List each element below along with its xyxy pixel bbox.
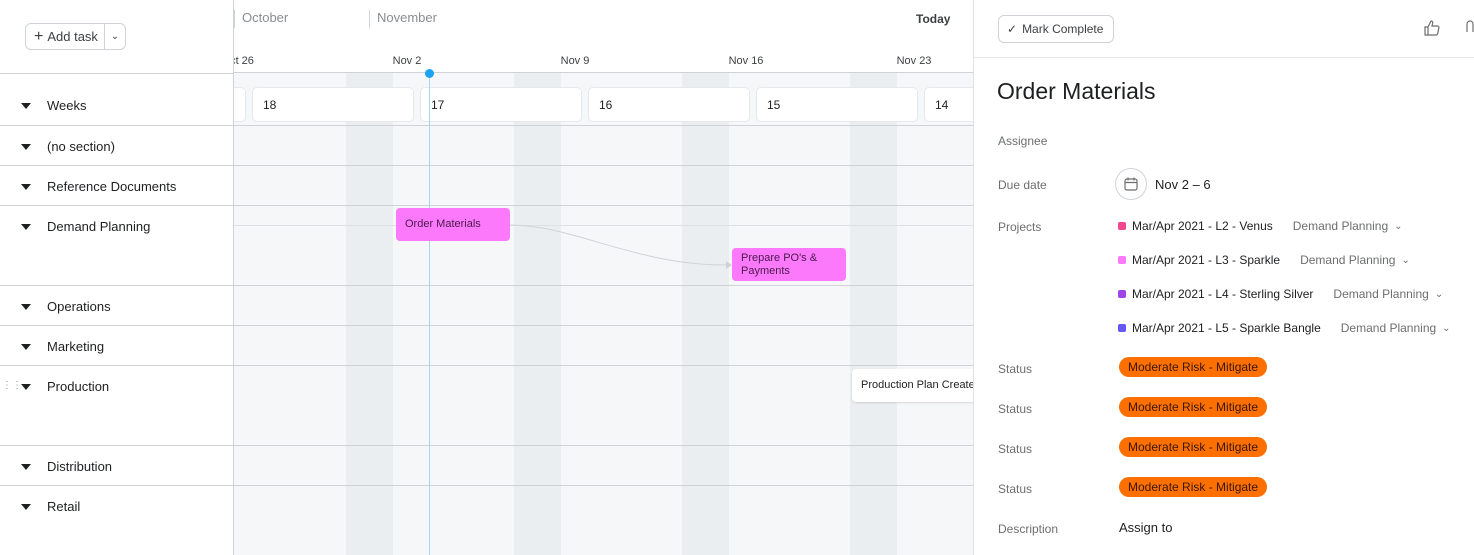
section-production[interactable]: ⋮⋮ Production — [0, 365, 234, 446]
today-line — [429, 73, 430, 555]
add-task-label: Add task — [47, 29, 98, 44]
project-name[interactable]: Mar/Apr 2021 - L5 - Sparkle Bangle — [1132, 321, 1321, 335]
status-label: Status — [998, 362, 1033, 376]
project-row[interactable]: Mar/Apr 2021 - L3 - Sparkle Demand Planni… — [1118, 253, 1410, 267]
project-color-icon — [1118, 256, 1126, 264]
chevron-down-icon: ⌄ — [110, 31, 120, 42]
section-list: + Add task ⌄ Weeks (no section) Reference… — [0, 0, 234, 555]
assignee-label: Assignee — [998, 134, 1048, 148]
add-task-button[interactable]: + Add task — [26, 24, 105, 49]
check-icon: ✓ — [1007, 22, 1018, 36]
collapse-icon[interactable] — [21, 304, 31, 310]
status-badge[interactable]: Moderate Risk - Mitigate — [1119, 357, 1268, 377]
section-reference-documents[interactable]: Reference Documents — [0, 165, 234, 206]
collapse-icon[interactable] — [21, 344, 31, 350]
section-distribution[interactable]: Distribution — [0, 445, 234, 486]
section-demand-planning[interactable]: Demand Planning — [0, 205, 234, 286]
project-section-dropdown[interactable]: Demand Planning — [1341, 321, 1436, 335]
collapse-icon[interactable] — [21, 184, 31, 190]
section-label: (no section) — [47, 139, 115, 154]
section-label: Distribution — [47, 459, 113, 474]
collapse-icon[interactable] — [21, 144, 31, 150]
timeline-canvas[interactable]: October November Today ct 26 Nov 2 Nov 9… — [234, 0, 973, 555]
mark-complete-label: Mark Complete — [1022, 22, 1104, 36]
project-row[interactable]: Mar/Apr 2021 - L2 - Venus Demand Planning… — [1118, 219, 1403, 233]
task-detail-panel: ✓ Mark Complete Order Materials Assignee … — [973, 0, 1474, 555]
projects-label: Projects — [998, 220, 1042, 234]
project-name[interactable]: Mar/Apr 2021 - L2 - Venus — [1132, 219, 1273, 233]
project-color-icon — [1118, 290, 1126, 298]
dependency-connector — [509, 224, 732, 269]
project-section-dropdown[interactable]: Demand Planning — [1293, 219, 1388, 233]
collapse-icon[interactable] — [21, 224, 31, 230]
add-task-button-group: + Add task ⌄ — [25, 23, 126, 50]
due-date-label: Due date — [998, 178, 1047, 192]
section-no-section[interactable]: (no section) — [0, 125, 234, 166]
section-label: Weeks — [47, 98, 87, 113]
project-row[interactable]: Mar/Apr 2021 - L4 - Sterling Silver Deman… — [1118, 287, 1443, 301]
task-bar-prepare-pos[interactable]: Prepare PO's & Payments — [732, 248, 846, 281]
status-label: Status — [998, 402, 1033, 416]
thumbs-up-icon[interactable] — [1424, 20, 1440, 36]
section-weeks[interactable]: Weeks — [0, 73, 234, 126]
section-label: Marketing — [47, 339, 105, 354]
status-badge[interactable]: Moderate Risk - Mitigate — [1119, 477, 1268, 497]
status-label: Status — [998, 442, 1033, 456]
plus-icon: + — [34, 27, 44, 45]
attachment-icon[interactable] — [1464, 20, 1474, 36]
project-section-dropdown[interactable]: Demand Planning — [1333, 287, 1428, 301]
status-badge[interactable]: Moderate Risk - Mitigate — [1119, 437, 1268, 457]
section-label: Production — [47, 379, 110, 394]
collapse-icon[interactable] — [21, 504, 31, 510]
project-name[interactable]: Mar/Apr 2021 - L3 - Sparkle — [1132, 253, 1280, 267]
calendar-icon — [1124, 177, 1138, 191]
description-field[interactable]: Assign to — [1119, 520, 1172, 535]
status-label: Status — [998, 482, 1033, 496]
today-marker — [425, 69, 434, 78]
collapse-icon[interactable] — [21, 464, 31, 470]
collapse-icon[interactable] — [21, 384, 31, 390]
section-marketing[interactable]: Marketing — [0, 325, 234, 366]
task-bar-order-materials[interactable]: Order Materials — [396, 208, 510, 241]
project-row[interactable]: Mar/Apr 2021 - L5 - Sparkle Bangle Demand… — [1118, 321, 1451, 335]
section-label: Reference Documents — [47, 179, 177, 194]
due-date-button[interactable] — [1115, 168, 1147, 200]
chevron-down-icon[interactable]: ⌄ — [1401, 255, 1409, 266]
project-color-icon — [1118, 222, 1126, 230]
status-badge[interactable]: Moderate Risk - Mitigate — [1119, 397, 1268, 417]
project-color-icon — [1118, 324, 1126, 332]
collapse-icon[interactable] — [21, 103, 31, 109]
add-task-dropdown[interactable]: ⌄ — [105, 24, 125, 49]
section-operations[interactable]: Operations — [0, 285, 234, 326]
section-label: Operations — [47, 299, 111, 314]
task-bar-production-plan[interactable]: Production Plan Created — [852, 369, 973, 402]
description-label: Description — [998, 522, 1059, 536]
project-section-dropdown[interactable]: Demand Planning — [1300, 253, 1395, 267]
chevron-down-icon[interactable]: ⌄ — [1394, 221, 1402, 232]
section-retail[interactable]: Retail — [0, 485, 234, 555]
chevron-down-icon[interactable]: ⌄ — [1442, 323, 1450, 334]
section-label: Demand Planning — [47, 219, 151, 234]
drag-handle-icon[interactable]: ⋮⋮ — [2, 380, 22, 391]
project-name[interactable]: Mar/Apr 2021 - L4 - Sterling Silver — [1132, 287, 1313, 301]
mark-complete-button[interactable]: ✓ Mark Complete — [998, 15, 1115, 43]
section-label: Retail — [47, 499, 81, 514]
due-date-value[interactable]: Nov 2 – 6 — [1155, 177, 1211, 192]
chevron-down-icon[interactable]: ⌄ — [1435, 289, 1443, 300]
task-title[interactable]: Order Materials — [997, 78, 1155, 105]
